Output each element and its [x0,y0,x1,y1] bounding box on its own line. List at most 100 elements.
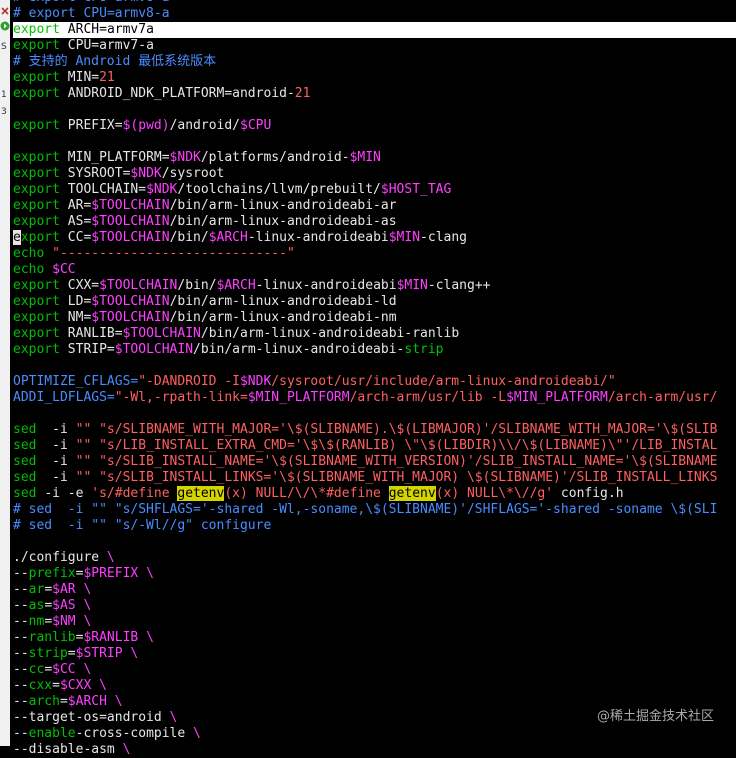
code-line[interactable]: sed -i "" "s/SLIB_INSTALL_NAME='\$(SLIBN… [13,454,736,470]
code-line[interactable]: --disable-asm \ [13,742,736,758]
code-token: MIN= [67,70,100,85]
code-token: TOOLCHAIN= [67,182,147,197]
code-line[interactable] [13,534,736,550]
code-line[interactable]: export TOOLCHAIN=$NDK/toolchains/llvm/pr… [13,182,736,198]
code-line[interactable]: sed -i "" "s/LIB_INSTALL_EXTRA_CMD='\$\$… [13,438,736,454]
code-line[interactable]: # export CPU=armv8-a [13,6,736,22]
code-token: $MIN [388,230,421,245]
code-token: strip [404,342,444,357]
code-token: config.h [553,486,624,501]
code-line[interactable]: export ANDROID_NDK_PLATFORM=android-21 [13,86,736,102]
code-line[interactable]: --nm=$NM \ [13,614,736,630]
code-token: $HOST_TAG [380,182,452,197]
code-line[interactable]: --enable-cross-compile \ [13,726,736,742]
code-line[interactable]: ADDI_LDFLAGS="-Wl,-rpath-link=$MIN_PLATF… [13,390,736,406]
code-token: ANDROID_NDK_PLATFORM=android- [67,86,295,101]
code-token: RANLIB= [67,326,123,341]
code-line[interactable]: export MIN=21 [13,70,736,86]
code-line[interactable]: export PREFIX=$(pwd)/android/$CPU [13,118,736,134]
code-token: = [67,646,76,661]
code-line[interactable]: OPTIMIZE_CFLAGS="-DANDROID -I$NDK/sysroo… [13,374,736,390]
run-icon[interactable] [0,17,10,31]
code-token: -i [44,454,76,469]
code-line[interactable]: export MIN_PLATFORM=$NDK/platforms/andro… [13,150,736,166]
code-token: \ [99,678,107,693]
code-line[interactable] [13,406,736,422]
code-line[interactable] [13,358,736,374]
code-line[interactable]: --strip=$STRIP \ [13,646,736,662]
code-token: $AR [52,582,76,597]
code-token: \ [83,662,92,677]
code-line[interactable]: export SYSROOT=$NDK/sysroot [13,166,736,182]
code-line[interactable]: export AR=$TOOLCHAIN/bin/arm-linux-andro… [13,198,736,214]
code-line[interactable]: # 支持的 Android 最低系统版本 [13,54,736,70]
code-token: (x) NULL\*\//g' [435,486,554,501]
code-line[interactable]: sed -i "" "s/SLIBNAME_WITH_MAJOR='\$(SLI… [13,422,736,438]
code-token: PREFIX= [67,118,123,133]
code-line[interactable]: export LD=$TOOLCHAIN/bin/arm-linux-andro… [13,294,736,310]
code-token: -- [13,694,29,709]
code-token: SYSROOT= [67,166,131,181]
code-token: $(pwd) [122,118,170,133]
code-token: cc [28,662,45,677]
code-line[interactable]: # sed -i "" "s/SHFLAGS='-shared -Wl,-son… [13,502,736,518]
code-line[interactable]: --ar=$AR \ [13,582,736,598]
code-token: -- [13,678,29,693]
code-token: $ARCH [67,694,107,709]
code-token: /bin/arm-linux-androideabi- [193,342,405,357]
code-line[interactable]: export CXX=$TOOLCHAIN/bin/$ARCH-linux-an… [13,278,736,294]
code-token: echo [13,262,53,277]
code-token: (x) NULL/\/\*#define [224,486,389,501]
code-line[interactable]: echo $CC [13,262,736,278]
code-token: strip [28,646,68,661]
code-token: /toolchains/llvm/prebuilt/ [177,182,381,197]
code-token: $MIN [396,278,428,293]
code-token: $MIN_PLATFORM [247,390,350,405]
code-token: $TOOLCHAIN [114,342,194,357]
code-token: export [13,86,68,101]
code-token: "-Wl,-rpath-link= [114,390,248,405]
code-line[interactable]: # sed -i "" "s/-Wl//g" configure [13,518,736,534]
code-line[interactable]: export NM=$TOOLCHAIN/bin/arm-linux-andro… [13,310,736,326]
code-line-current[interactable]: export ARCH=armv7a [13,22,736,38]
code-line[interactable]: echo "-----------------------------" [13,246,736,262]
code-line[interactable]: ./configure \ [13,550,736,566]
code-line[interactable]: export CPU=armv7-a [13,38,736,54]
gutter-label: S [1,42,7,52]
code-token: # export CPU=armv8-a [13,0,170,5]
code-token: ranlib [28,630,76,645]
code-token: $MIN [349,150,381,165]
code-token: /bin/arm-linux-androideabi-nm [169,310,397,325]
code-line[interactable]: --as=$AS \ [13,598,736,614]
code-token: export [13,214,68,229]
code-line[interactable]: --cxx=$CXX \ [13,678,736,694]
code-token: sed [13,470,45,485]
code-editor[interactable]: # export CPU=armv8-a# export CPU=armv8-a… [13,0,736,758]
code-token: $NDK [239,374,272,389]
code-token: export [13,22,68,37]
code-token: $TOOLCHAIN [91,310,170,325]
code-token: $CC [52,662,76,677]
code-line[interactable]: export RANLIB=$TOOLCHAIN/bin/arm-linux-a… [13,326,736,342]
code-token: enable [28,726,76,741]
code-line[interactable]: export CC=$TOOLCHAIN/bin/$ARCH-linux-and… [13,230,736,246]
code-token: echo [13,246,53,261]
code-token: \ [83,582,92,597]
code-line[interactable]: sed -i -e 's/#define getenv(x) NULL/\/\*… [13,486,736,502]
code-token: /android/ [169,118,241,133]
code-line[interactable]: --prefix=$PREFIX \ [13,566,736,582]
search-highlight: getenv [388,486,436,501]
code-line[interactable]: export STRIP=$TOOLCHAIN/bin/arm-linux-an… [13,342,736,358]
code-token: 21 [99,70,115,85]
code-line[interactable]: sed -i "" "s/SLIB_INSTALL_LINKS='\$(SLIB… [13,470,736,486]
code-line[interactable]: --cc=$CC \ [13,662,736,678]
code-line[interactable] [13,102,736,118]
close-icon[interactable] [0,2,10,15]
code-line[interactable] [13,134,736,150]
code-token: export [13,118,68,133]
code-token: -linux-androideabi [255,278,397,293]
code-line[interactable]: --ranlib=$RANLIB \ [13,630,736,646]
code-line[interactable]: export AS=$TOOLCHAIN/bin/arm-linux-andro… [13,214,736,230]
